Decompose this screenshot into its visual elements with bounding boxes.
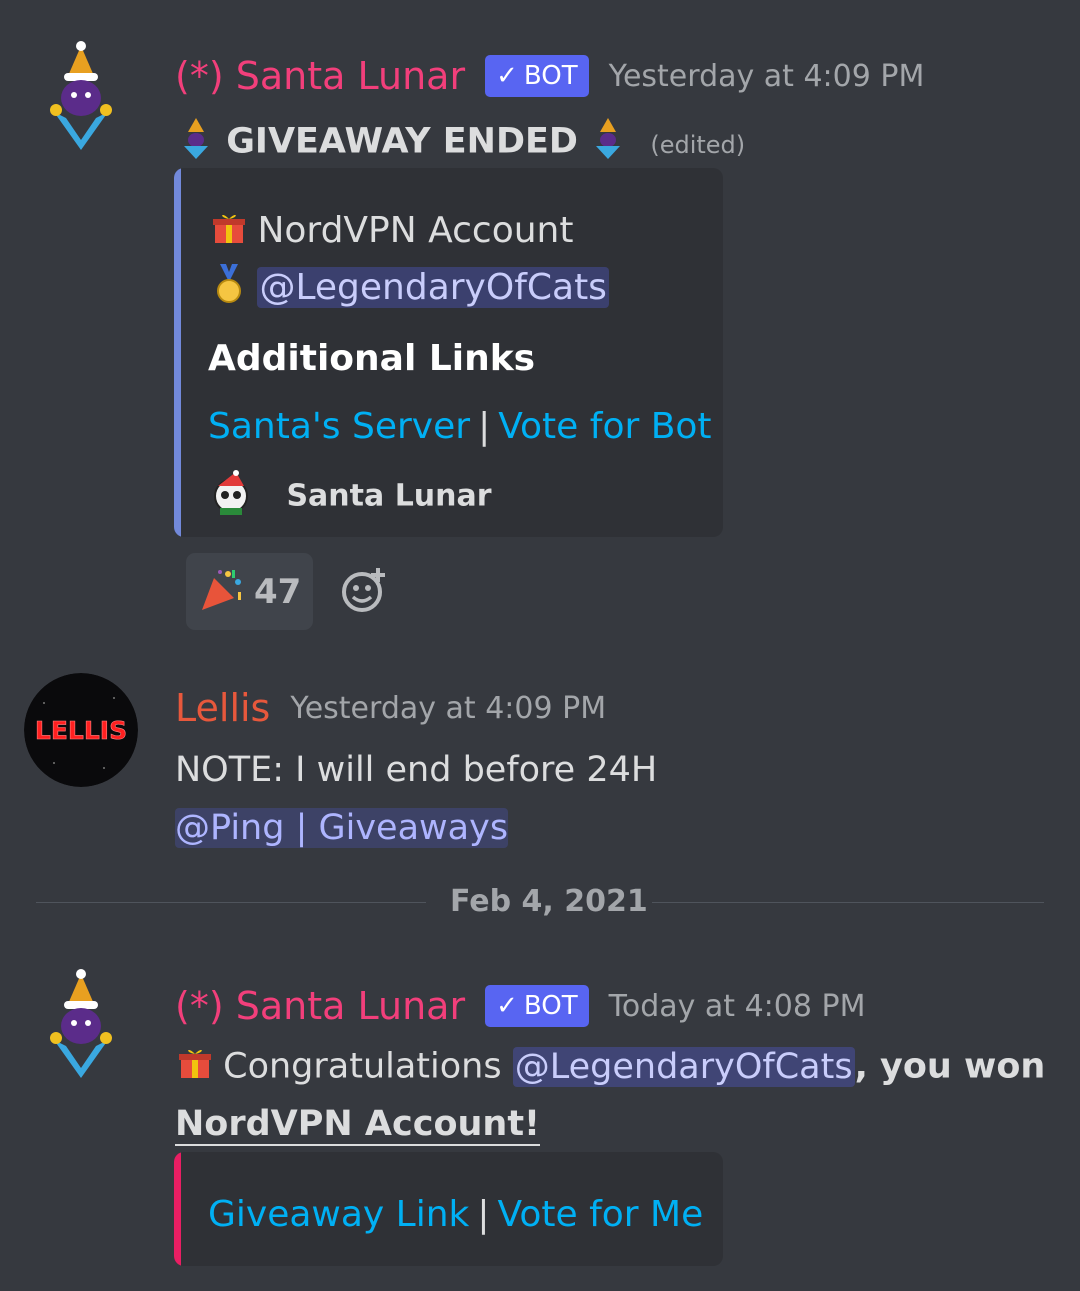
vote-for-bot-link[interactable]: Vote for Bot <box>498 406 711 447</box>
embed-accent-bar <box>174 1152 181 1266</box>
gift-icon <box>178 1046 212 1089</box>
message-header: (*) Santa Lunar ✓ BOT Yesterday at 4:09 … <box>175 54 924 98</box>
giveaway-link-embed: Giveaway Link | Vote for Me <box>174 1152 723 1266</box>
giveaway-embed: NordVPN Account @LegendaryOfCats Additio… <box>174 168 723 537</box>
reaction-count: 47 <box>254 571 302 612</box>
link-separator: | <box>477 1194 490 1235</box>
embed-links: Giveaway Link | Vote for Me <box>208 1194 703 1235</box>
bot-tag-label: BOT <box>523 991 578 1021</box>
winner-mention[interactable]: @LegendaryOfCats <box>257 266 609 308</box>
winner-line: @LegendaryOfCats <box>212 264 609 313</box>
date-divider-line-left <box>36 902 426 903</box>
message-header: (*) Santa Lunar ✓ BOT Today at 4:08 PM <box>175 984 865 1028</box>
footer-name: Santa Lunar <box>286 478 492 514</box>
lellis-avatar[interactable]: LELLIS <box>24 673 138 787</box>
date-divider: Feb 4, 2021 <box>450 884 648 919</box>
message-content: Congratulations @LegendaryOfCats, you wo… <box>178 1046 1045 1089</box>
santa-emoji-icon <box>178 116 214 169</box>
santas-server-link[interactable]: Santa's Server <box>208 406 470 447</box>
message-content: NOTE: I will end before 24H <box>175 750 658 790</box>
santa-lunar-avatar[interactable] <box>24 968 138 1082</box>
santa-emoji-icon <box>590 116 626 169</box>
prize-line: NordVPN Account! <box>175 1104 541 1146</box>
edited-label: (edited) <box>650 130 746 159</box>
party-popper-icon <box>198 566 246 618</box>
message-header: Lellis Yesterday at 4:09 PM <box>175 686 606 730</box>
lellis-logo-text: LELLIS <box>35 716 127 745</box>
role-mention-line: @Ping | Giveaways <box>175 808 509 848</box>
embed-accent-bar <box>174 168 181 537</box>
vote-for-me-link[interactable]: Vote for Me <box>498 1194 704 1235</box>
timestamp[interactable]: Yesterday at 4:09 PM <box>290 691 606 726</box>
embed-footer: Santa Lunar <box>208 470 492 524</box>
bot-tag-label: BOT <box>523 61 578 91</box>
you-won-text: , you won <box>854 1046 1046 1087</box>
embed-links: Santa's Server | Vote for Bot <box>208 406 712 447</box>
author-name[interactable]: (*) Santa Lunar <box>175 984 465 1028</box>
prize-line: NordVPN Account <box>212 210 574 254</box>
gift-icon <box>212 211 246 254</box>
giveaway-ended-text: GIVEAWAY ENDED <box>226 121 578 162</box>
santa-lunar-avatar[interactable] <box>24 40 138 154</box>
author-name[interactable]: Lellis <box>175 686 270 730</box>
giveaway-link[interactable]: Giveaway Link <box>208 1194 469 1235</box>
bot-tag: ✓ BOT <box>485 985 589 1027</box>
add-reaction-icon[interactable] <box>340 566 388 618</box>
prize-text: NordVPN Account! <box>175 1104 541 1146</box>
chat-messages: (*) Santa Lunar ✓ BOT Yesterday at 4:09 … <box>0 0 1080 1291</box>
date-divider-line-right <box>652 902 1044 903</box>
checkmark-icon: ✓ <box>496 61 518 91</box>
ping-giveaways-role-mention[interactable]: @Ping | Giveaways <box>175 808 509 848</box>
author-name[interactable]: (*) Santa Lunar <box>175 54 465 98</box>
embed-section-title: Additional Links <box>208 338 536 379</box>
message-content: GIVEAWAY ENDED (edited) <box>178 116 745 169</box>
congrats-text: Congratulations <box>223 1046 502 1087</box>
checkmark-icon: ✓ <box>496 991 518 1021</box>
winner-mention[interactable]: @LegendaryOfCats <box>512 1046 855 1087</box>
timestamp[interactable]: Yesterday at 4:09 PM <box>609 59 925 94</box>
santa-panda-icon <box>208 470 254 524</box>
medal-icon <box>212 264 246 313</box>
reaction-party[interactable]: 47 <box>186 553 314 630</box>
link-separator: | <box>478 406 491 447</box>
bot-tag: ✓ BOT <box>485 55 589 97</box>
timestamp[interactable]: Today at 4:08 PM <box>609 989 866 1024</box>
prize-text: NordVPN Account <box>257 210 574 251</box>
